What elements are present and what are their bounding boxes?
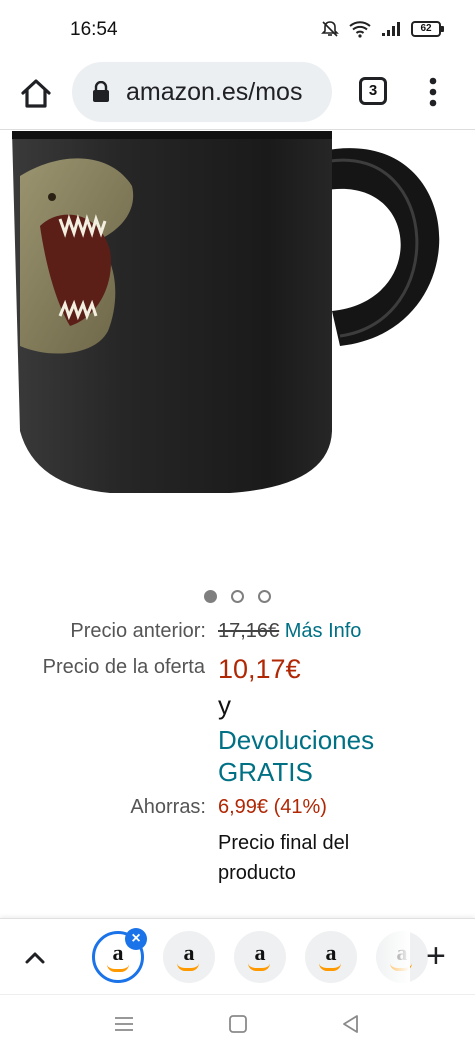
- status-time: 16:54: [70, 19, 118, 40]
- amazon-smile-icon: [177, 963, 199, 971]
- amazon-logo-icon: a: [112, 940, 124, 965]
- amazon-smile-icon: [319, 963, 341, 971]
- battery-icon: 62: [411, 21, 444, 37]
- tab-thumbnail[interactable]: a: [234, 931, 286, 983]
- more-menu-icon[interactable]: [424, 74, 442, 110]
- savings-value: 6,99€ (41%): [218, 796, 327, 818]
- tab-thumbnail-current[interactable]: a ×: [92, 928, 147, 983]
- deal-price: 10,17€: [218, 654, 301, 684]
- dinosaur-mug-image: [12, 131, 440, 493]
- home-icon[interactable]: [18, 76, 54, 112]
- savings-label: Ahorras:: [130, 796, 206, 818]
- browser-toolbar: amazon.es/mos 3: [0, 58, 475, 130]
- wifi-icon: [349, 21, 371, 38]
- tab-strip-fade: [370, 919, 410, 995]
- recent-apps-icon[interactable]: [113, 1013, 135, 1035]
- chevron-up-icon[interactable]: [22, 945, 48, 971]
- free-returns-line1: Devoluciones: [218, 725, 375, 755]
- url-text: amazon.es/mos: [126, 78, 303, 106]
- status-icons: 62: [321, 20, 444, 38]
- product-image-carousel[interactable]: [0, 131, 475, 586]
- signal-icon: [382, 22, 400, 36]
- final-price-line1: Precio final del: [218, 832, 350, 854]
- previous-price: 17,16€: [218, 620, 280, 642]
- conjunction-text: y: [218, 690, 231, 720]
- back-nav-icon[interactable]: [340, 1013, 362, 1035]
- tab-thumbnail[interactable]: a: [305, 931, 357, 983]
- more-info-link[interactable]: Más Info: [285, 620, 362, 642]
- mute-icon: [321, 21, 339, 37]
- final-price-line2: producto: [218, 862, 296, 884]
- free-returns-link[interactable]: Devoluciones GRATIS: [218, 724, 374, 788]
- status-bar: 16:54 62: [0, 0, 475, 58]
- amazon-smile-icon: [107, 964, 129, 972]
- carousel-dot[interactable]: [258, 590, 271, 603]
- tab-thumbnail[interactable]: a: [163, 931, 215, 983]
- free-returns-line2: GRATIS: [218, 757, 313, 787]
- previous-price-value: 17,16€ Más Info: [218, 620, 361, 643]
- lock-icon: [93, 81, 109, 102]
- final-price-text: Precio final del producto: [218, 828, 349, 888]
- previous-price-label: Precio anterior:: [70, 620, 206, 642]
- carousel-dot[interactable]: [231, 590, 244, 603]
- system-nav-bar: [0, 994, 475, 1056]
- address-bar[interactable]: amazon.es/mos: [72, 62, 332, 122]
- tab-strip: a × a a a a +: [0, 918, 475, 995]
- deal-price-label: Precio de la oferta: [42, 656, 205, 678]
- carousel-dots: [0, 590, 475, 606]
- carousel-dot[interactable]: [204, 590, 217, 603]
- amazon-smile-icon: [248, 963, 270, 971]
- close-tab-icon[interactable]: ×: [125, 928, 147, 950]
- new-tab-icon[interactable]: +: [426, 939, 446, 973]
- home-nav-icon[interactable]: [227, 1013, 249, 1035]
- tab-switcher-button[interactable]: 3: [359, 77, 387, 105]
